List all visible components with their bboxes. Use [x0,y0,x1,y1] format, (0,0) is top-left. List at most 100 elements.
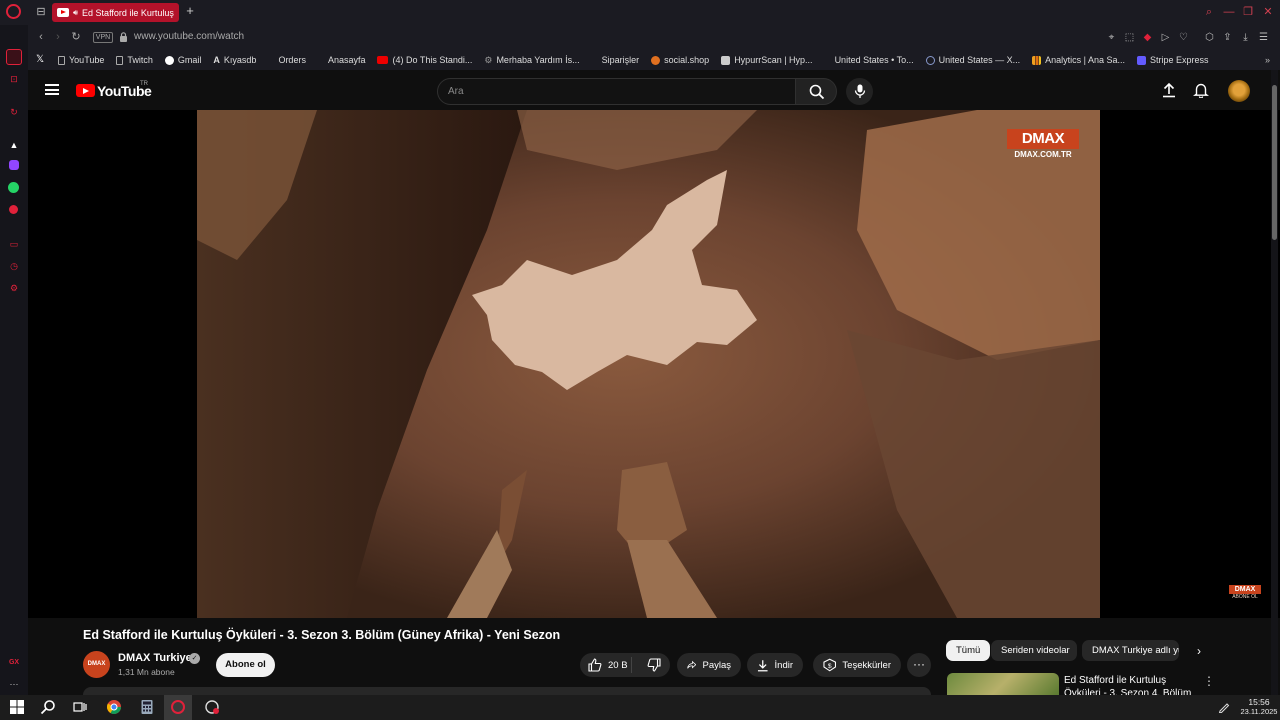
history-icon[interactable]: ◷ [7,259,21,273]
calculator-icon[interactable] [139,699,155,715]
share-icon[interactable]: ⇪ [1222,32,1233,43]
description-box[interactable] [83,687,931,695]
bookmark-hypurrscan[interactable]: HypurrScan | Hyp... [721,55,813,65]
share-button[interactable]: Paylaş [677,653,741,677]
tab-switcher-icon[interactable]: ⊟ [34,6,48,18]
downloads-icon[interactable]: ⤓ [1240,32,1251,43]
tab-youtube-video[interactable]: 🔊︎ Ed Stafford ile Kurtuluş [52,3,179,22]
opera-gx-taskbar-button[interactable] [164,695,192,720]
home-icon[interactable] [6,49,22,65]
user-avatar[interactable] [1228,80,1250,102]
twitch-icon[interactable] [9,160,19,170]
url-field[interactable]: www.youtube.com/watch [134,31,244,42]
bookmark-united-states-to[interactable]: United States • To... [835,55,914,65]
bookmark-merhaba[interactable]: ⚙ Merhaba Yardım İs... [484,55,579,66]
wallet-icon[interactable]: ▭ [7,237,21,251]
chips-next-chevron-icon[interactable]: › [1190,642,1208,660]
opera-gx-logo-icon[interactable] [6,4,21,19]
taskbar-search-icon[interactable] [40,699,56,715]
pen-tray-icon[interactable] [1218,701,1230,713]
heart-icon[interactable]: ♡ [1178,32,1189,43]
channel-name[interactable]: DMAX Turkiye [118,652,192,664]
scrollbar-thumb[interactable] [1272,85,1277,240]
thanks-button[interactable]: $ Teşekkürler [813,653,901,677]
bookmark-stripe-express[interactable]: Stripe Express [1137,55,1209,65]
bookmark-youtube[interactable]: YouTube [58,55,104,65]
like-button[interactable]: 20 B [580,657,632,673]
pin-icon[interactable]: ⌖ [1106,32,1117,43]
snapshot-icon[interactable]: ⬚ [1124,32,1135,43]
bookmark-x[interactable]: 𝕏 [36,55,46,65]
restore-icon[interactable]: ❐ [1241,5,1255,19]
upload-icon[interactable] [1161,82,1177,98]
recommended-thumbnail[interactable] [947,673,1059,695]
dmax-subscribe-watermark[interactable]: DMAX ABONE OL [1229,585,1261,601]
dislike-button[interactable] [638,658,670,672]
player-play-icon[interactable]: ▷ [1160,32,1171,43]
bookmark-orders[interactable]: Orders [278,55,306,65]
bookmark-united-states-x[interactable]: United States — X... [925,55,1020,65]
search-icon [809,84,825,100]
easy-setup-icon[interactable]: ☰ [1258,32,1269,43]
forward-arrow-icon[interactable]: › [52,31,64,43]
search-button[interactable] [795,78,837,105]
reload-icon[interactable]: ↻ [70,31,82,43]
taskbar-time[interactable]: 15:56 [1241,697,1277,707]
aria-icon[interactable]: ▲ [7,138,21,152]
extensions-icon[interactable]: ⬡ [1204,32,1215,43]
bookmark-twitch[interactable]: Twitch [116,55,153,65]
task-view-icon[interactable] [72,699,88,715]
bookmark-label: Kıyasdb [223,55,257,65]
channel-avatar[interactable]: DMAX [83,651,110,678]
windows-start-icon[interactable] [9,699,25,715]
chip-channel-uploads[interactable]: DMAX Turkiye adlı yüklemeler [1082,640,1179,661]
bookmark-kiyasdb[interactable]: A Kıyasdb [213,55,256,65]
taskbar-date[interactable]: 23.11.2025 [1238,707,1280,716]
dmax-channel-logo: DMAX DMAX.COM.TR [1007,129,1079,163]
whatsapp-icon[interactable] [8,182,19,193]
bookmarks-bar: 𝕏 YouTube Twitch Gmail A Kıyasdb Orders … [28,50,1280,70]
close-icon[interactable]: ✕ [1261,5,1275,19]
sidebar-more-icon[interactable]: ··· [7,677,21,691]
new-tab-button[interactable]: + [183,4,197,18]
bookmark-anasayfa[interactable]: Anasayfa [328,55,366,65]
address-bar-row: ‹ › ↻ VPN www.youtube.com/watch ⌖ ⬚ ◆ ▷ … [28,25,1280,50]
more-actions-button[interactable]: ··· [907,653,931,677]
search-input[interactable]: Ara [437,78,796,105]
bookmark-do-this-standing[interactable]: (4) Do This Standi... [377,55,472,65]
gx-corner-label[interactable]: GX [5,656,23,670]
bookmark-social-shop[interactable]: social.shop [651,55,709,65]
bookmark-siparisler[interactable]: Siparişler [602,55,640,65]
search-tabs-icon[interactable]: ⌕ [1202,5,1216,19]
chip-series-videos[interactable]: Seriden videolar [991,640,1077,661]
adblock-shield-icon[interactable]: ◆ [1142,32,1153,43]
subscribe-button[interactable]: Abone ol [216,653,275,677]
lock-icon[interactable] [119,32,128,42]
download-button[interactable]: İndir [747,653,803,677]
bookmark-analytics[interactable]: Analytics | Ana Sa... [1032,55,1125,65]
hamburger-menu-icon[interactable] [45,84,59,95]
limiter-icon[interactable]: ↻ [7,105,21,119]
chrome-icon[interactable] [106,699,122,715]
video-frame[interactable]: DMAX DMAX.COM.TR [197,110,1100,618]
bookmarks-overflow-icon[interactable]: » [1265,55,1270,65]
gx-player-icon[interactable] [9,205,18,214]
svg-text:$: $ [828,663,832,670]
voice-search-button[interactable] [846,78,873,105]
settings-gear-icon[interactable]: ⚙ [7,281,21,295]
speaker-icon[interactable]: 🔊︎ [73,8,78,18]
vpn-badge[interactable]: VPN [93,32,113,43]
app-badge-icon[interactable] [204,699,220,715]
youtube-logo-icon[interactable] [76,84,95,97]
recommended-title[interactable]: Ed Stafford ile Kurtuluş Öyküleri - 3. S… [1064,674,1194,696]
google-icon [164,55,174,65]
bookmark-label: YouTube [69,55,105,65]
back-arrow-icon[interactable]: ‹ [35,31,47,43]
bookmark-gmail[interactable]: Gmail [164,55,201,65]
download-label: İndir [774,659,793,671]
minimize-icon[interactable]: — [1222,5,1236,19]
gamepad-icon[interactable]: ⊡ [7,72,21,86]
chip-all[interactable]: Tümü [946,640,991,661]
notifications-bell-icon[interactable] [1193,82,1209,98]
recommended-menu-icon[interactable]: ⋮ [1203,674,1215,688]
